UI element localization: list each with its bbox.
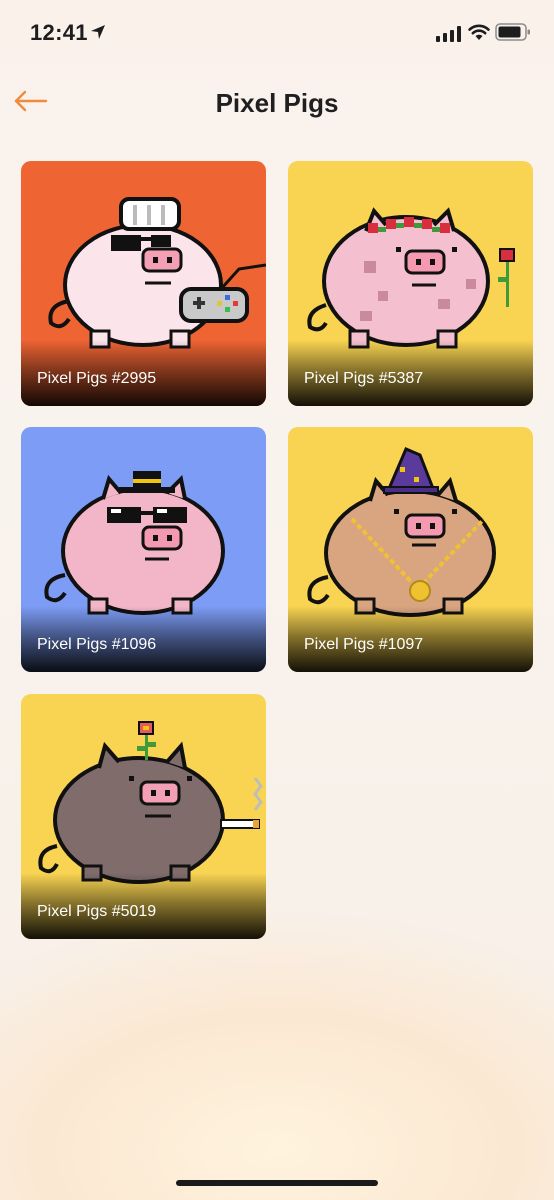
nft-card-2995[interactable]: Pixel Pigs #2995 [21,161,266,406]
card-title: Pixel Pigs #2995 [37,370,157,387]
cellular-signal-icon [436,26,461,42]
card-title: Pixel Pigs #5387 [304,370,424,387]
home-indicator [176,1180,378,1186]
page-title: Pixel Pigs [215,88,339,118]
card-title: Pixel Pigs #5019 [37,903,157,920]
nft-card-5019[interactable]: Pixel Pigs #5019 [21,694,266,939]
status-bar: 12:41 [0,0,554,66]
location-arrow-icon [91,25,105,39]
card-title: Pixel Pigs #1096 [37,636,157,653]
wifi-icon [468,24,490,40]
nft-card-5387[interactable]: Pixel Pigs #5387 [288,161,533,406]
status-time: 12:41 [30,20,88,45]
card-title: Pixel Pigs #1097 [304,636,424,653]
battery-icon [495,23,530,41]
nft-card-1096[interactable]: Pixel Pigs #1096 [21,427,266,672]
nft-card-1097[interactable]: Pixel Pigs #1097 [288,427,533,672]
